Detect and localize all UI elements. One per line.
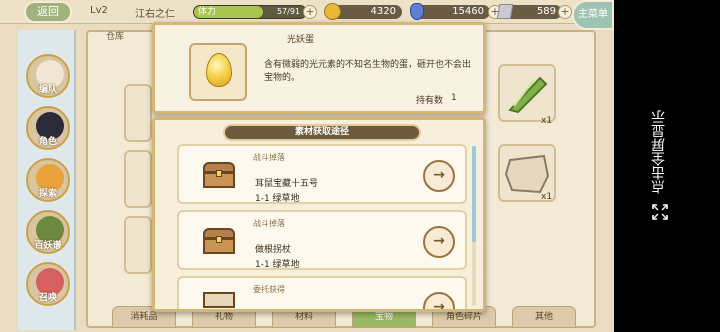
- add-stamina-button[interactable]: +: [303, 5, 317, 19]
- game-screen: 返回 Lv2 江右之仁 体力 57/91 + 4320 15460 + 589 …: [0, 0, 614, 332]
- stamina-value: 57/91: [276, 7, 300, 16]
- source-type: 战斗掉落: [253, 219, 285, 228]
- item-card[interactable]: [124, 84, 152, 142]
- item-card[interactable]: [124, 216, 152, 274]
- tab-other[interactable]: 其他: [512, 306, 576, 328]
- sidebar-item-summon[interactable]: 召唤: [26, 262, 70, 306]
- source-card[interactable]: 战斗掉落 做根拐杖 1-1 绿草地 →: [177, 210, 467, 270]
- material-sources-panel: 素材获取途径 战斗掉落 耳鼠宝藏十五号 1-1 绿草地 → 战斗掉落 做根拐杖 …: [152, 117, 486, 312]
- scroll-bundle-icon: [203, 292, 235, 309]
- item-quantity: x1: [541, 192, 553, 202]
- player-name: 江右之仁: [135, 9, 175, 20]
- go-arrow-button[interactable]: →: [423, 226, 455, 258]
- go-arrow-button[interactable]: →: [423, 160, 455, 192]
- item-card[interactable]: [498, 64, 556, 122]
- expand-icon[interactable]: [652, 204, 668, 220]
- item-info-panel: 光妖蛋 含有微弱的光元素的不知名生物的蛋，砸开也不会出宝物的。 持有数 1: [152, 22, 486, 114]
- sidebar-item-label: 百妖谱: [34, 241, 62, 251]
- sidebar-item-label: 召唤: [38, 293, 57, 303]
- source-title: 耳鼠宝藏十五号: [255, 179, 319, 189]
- source-type: 委托获得: [253, 285, 285, 294]
- treasure-chest-icon: [203, 228, 235, 254]
- sidebar-item-label: 编队: [38, 85, 57, 95]
- herb-leaf-icon: [508, 76, 548, 114]
- item-icon-frame: [189, 43, 247, 101]
- gem-counter: 15460: [414, 5, 490, 19]
- sources-header: 素材获取途径: [223, 124, 421, 141]
- fullscreen-hint[interactable]: 点击全屏显示: [651, 110, 669, 194]
- add-ticket-button[interactable]: +: [558, 5, 572, 19]
- warehouse-title: 仓库: [106, 32, 125, 42]
- back-button[interactable]: 返回: [24, 1, 72, 23]
- gem-icon: [410, 3, 424, 20]
- ticket-icon: [496, 4, 514, 19]
- player-level: Lv2: [90, 5, 108, 16]
- item-name: 光妖蛋: [287, 35, 315, 45]
- sidebar-item-bestiary[interactable]: 百妖谱: [26, 210, 70, 254]
- stamina-label: 体力: [198, 7, 217, 17]
- top-status-bar: 返回 Lv2 江右之仁 体力 57/91 + 4320 15460 + 589 …: [0, 0, 614, 30]
- item-card[interactable]: [124, 150, 152, 208]
- hold-count-value: 1: [451, 93, 457, 103]
- light-egg-icon: [206, 53, 232, 87]
- source-stage: 1-1 绿草地: [255, 260, 300, 270]
- sidebar-item-team[interactable]: 编队: [26, 54, 70, 98]
- hold-count-label: 持有数: [416, 96, 444, 106]
- stamina-bar: 体力 57/91: [193, 5, 307, 19]
- main-menu-button[interactable]: 主菜单: [572, 0, 614, 30]
- item-quantity: x1: [541, 116, 553, 126]
- source-stage: 1-1 绿草地: [255, 194, 300, 204]
- sidebar-item-label: 探索: [38, 189, 57, 199]
- go-arrow-button[interactable]: →: [423, 292, 455, 309]
- sidebar-item-label: 角色: [38, 137, 57, 147]
- source-title: 做根拐杖: [255, 245, 292, 255]
- item-description: 含有微弱的光元素的不知名生物的蛋，砸开也不会出宝物的。: [264, 60, 472, 83]
- sidebar-item-characters[interactable]: 角色: [26, 106, 70, 150]
- scrollbar-thumb[interactable]: [472, 146, 476, 242]
- treasure-chest-icon: [203, 162, 235, 188]
- source-card[interactable]: 委托获得 →: [177, 276, 467, 309]
- gold-coin-icon: [324, 3, 341, 20]
- source-card[interactable]: 战斗掉落 耳鼠宝藏十五号 1-1 绿草地 →: [177, 144, 467, 204]
- source-type: 战斗掉落: [253, 153, 285, 162]
- sidebar-item-explore[interactable]: 探索: [26, 158, 70, 202]
